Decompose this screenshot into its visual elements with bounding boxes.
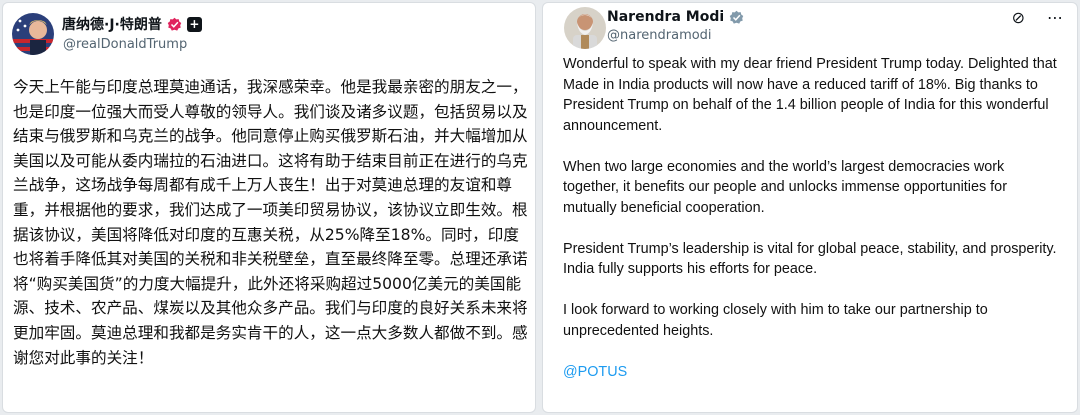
handle[interactable]: @narendramodi [607, 28, 712, 43]
avatar[interactable] [564, 7, 606, 49]
trump-post-card: 唐纳德·J·特朗普 + @realDonaldTrump 今天上午能与印度总理莫… [2, 2, 536, 413]
post-paragraph: I look forward to working closely with h… [563, 302, 988, 339]
name-row: 唐纳德·J·特朗普 + [62, 14, 202, 34]
post-paragraph: Wonderful to speak with my dear friend P… [563, 56, 1057, 134]
verified-pink-badge-icon [167, 17, 182, 32]
avatar[interactable] [12, 13, 54, 55]
post-body: 今天上午能与印度总理莫迪通话，我深感荣幸。他是我最亲密的朋友之一，也是印度一位强… [13, 78, 528, 367]
grok-icon[interactable]: ⊘ [1012, 8, 1025, 27]
post-body: Wonderful to speak with my dear friend P… [563, 54, 1063, 403]
display-name[interactable]: Narendra Modi [607, 9, 724, 25]
more-icon[interactable]: ⋯ [1047, 8, 1063, 27]
post-header: 唐纳德·J·特朗普 + @realDonaldTrump [3, 3, 535, 67]
name-row: Narendra Modi [607, 9, 744, 25]
verified-gray-badge-icon [729, 10, 744, 25]
handle[interactable]: @realDonaldTrump [63, 37, 187, 52]
display-name[interactable]: 唐纳德·J·特朗普 [62, 14, 162, 34]
modi-post-card: Narendra Modi @narendramodi ⊘ ⋯ Wonderfu… [542, 2, 1078, 413]
plus-square-icon: + [186, 16, 202, 32]
post-paragraph: When two large economies and the world’s… [563, 158, 1007, 216]
post-paragraph: President Trump’s leadership is vital fo… [563, 240, 1057, 278]
mention-link[interactable]: @POTUS [563, 364, 627, 380]
post-actions: ⊘ ⋯ [1012, 8, 1063, 27]
